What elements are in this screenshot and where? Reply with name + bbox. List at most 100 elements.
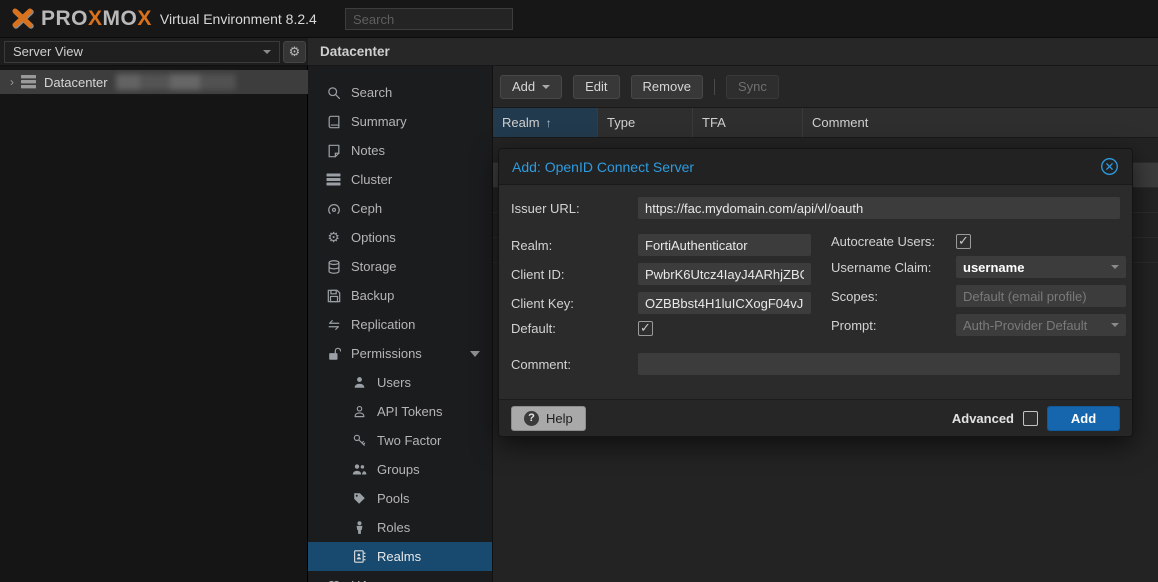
users-icon bbox=[351, 463, 368, 476]
tag-icon bbox=[351, 492, 368, 505]
field-issuer-url: Issuer URL: bbox=[511, 197, 1120, 219]
field-autocreate-users: Autocreate Users: bbox=[831, 234, 1126, 249]
default-checkbox[interactable] bbox=[638, 321, 653, 336]
menu-item-api-tokens[interactable]: API Tokens bbox=[308, 397, 492, 426]
scopes-input[interactable] bbox=[956, 285, 1126, 307]
view-mode-select[interactable]: Server View bbox=[4, 41, 280, 63]
menu-item-roles[interactable]: Roles bbox=[308, 513, 492, 542]
unlock-icon bbox=[325, 347, 342, 361]
help-button[interactable]: ? Help bbox=[511, 406, 586, 431]
menu-item-storage[interactable]: Storage bbox=[308, 252, 492, 281]
field-prompt: Prompt: Auth-Provider Default bbox=[831, 314, 1126, 336]
chevron-down-icon bbox=[1111, 265, 1119, 269]
realm-input[interactable] bbox=[638, 234, 811, 256]
content-header: Datacenter bbox=[308, 38, 1158, 66]
menu-item-pools[interactable]: Pools bbox=[308, 484, 492, 513]
dialog-footer: ? Help Advanced Add bbox=[499, 399, 1132, 436]
comment-input[interactable] bbox=[638, 353, 1120, 375]
advanced-checkbox[interactable] bbox=[1023, 411, 1038, 426]
username-claim-select[interactable]: username bbox=[956, 256, 1126, 278]
scopes-label: Scopes: bbox=[831, 289, 956, 304]
redacted-node-name bbox=[116, 74, 236, 90]
search-icon bbox=[325, 86, 342, 100]
prompt-label: Prompt: bbox=[831, 318, 956, 333]
menu-item-users[interactable]: Users bbox=[308, 368, 492, 397]
client-id-label: Client ID: bbox=[511, 267, 638, 282]
client-key-input[interactable] bbox=[638, 292, 811, 314]
chevron-down-icon bbox=[1111, 323, 1119, 327]
dialog-body: Issuer URL: Realm: Client ID: Client Key… bbox=[499, 185, 1132, 375]
chevron-right-icon[interactable]: › bbox=[10, 75, 14, 89]
server-stack-icon bbox=[20, 75, 37, 89]
menu-item-groups[interactable]: Groups bbox=[308, 455, 492, 484]
field-comment: Comment: bbox=[511, 353, 1120, 375]
user-outline-icon bbox=[351, 405, 368, 418]
view-mode-label: Server View bbox=[13, 44, 83, 59]
column-header-type[interactable]: Type bbox=[598, 108, 693, 137]
global-search-input[interactable] bbox=[345, 8, 513, 30]
menu-item-summary[interactable]: Summary bbox=[308, 107, 492, 136]
add-button[interactable]: Add bbox=[500, 75, 562, 99]
table-header: Realm ↑ Type TFA Comment bbox=[493, 108, 1158, 138]
column-header-tfa[interactable]: TFA bbox=[693, 108, 803, 137]
field-realm: Realm: bbox=[511, 234, 811, 256]
address-book-icon bbox=[351, 550, 368, 563]
menu-item-notes[interactable]: Notes bbox=[308, 136, 492, 165]
client-key-label: Client Key: bbox=[511, 296, 638, 311]
prompt-select[interactable]: Auth-Provider Default bbox=[956, 314, 1126, 336]
advanced-label: Advanced bbox=[952, 411, 1014, 426]
realms-toolbar: Add Edit Remove Sync bbox=[493, 66, 1158, 108]
comment-label: Comment: bbox=[511, 357, 638, 372]
column-header-realm[interactable]: Realm ↑ bbox=[493, 108, 598, 137]
menu-item-replication[interactable]: Replication bbox=[308, 310, 492, 339]
gear-icon: ⚙ bbox=[325, 229, 342, 246]
breadcrumb: Datacenter bbox=[320, 44, 390, 59]
autocreate-users-checkbox[interactable] bbox=[956, 234, 971, 249]
server-stack-icon bbox=[325, 173, 342, 186]
sync-arrows-icon bbox=[325, 318, 342, 332]
chevron-down-icon[interactable] bbox=[470, 351, 480, 357]
menu-item-ha[interactable]: HA bbox=[308, 571, 492, 582]
issuer-url-label: Issuer URL: bbox=[511, 201, 638, 216]
menu-item-realms[interactable]: Realms bbox=[308, 542, 492, 571]
tree-item-datacenter[interactable]: › Datacenter bbox=[0, 70, 308, 94]
chevron-down-icon bbox=[263, 50, 271, 54]
tree-settings-button[interactable]: ⚙ bbox=[283, 41, 306, 63]
sort-ascending-icon: ↑ bbox=[546, 116, 552, 130]
column-header-comment[interactable]: Comment bbox=[803, 108, 1158, 137]
datacenter-menu: Search Summary Notes Cluster Ceph ⚙ Opti… bbox=[308, 66, 493, 582]
book-icon bbox=[325, 115, 342, 129]
toolbar-separator bbox=[714, 79, 715, 95]
menu-item-two-factor[interactable]: Two Factor bbox=[308, 426, 492, 455]
dialog-add-button[interactable]: Add bbox=[1047, 406, 1120, 431]
dialog-title: Add: OpenID Connect Server bbox=[512, 159, 694, 175]
ceph-icon bbox=[325, 202, 342, 216]
edit-button[interactable]: Edit bbox=[573, 75, 619, 99]
dialog-right-column: Autocreate Users: Username Claim: userna… bbox=[831, 234, 1126, 336]
key-icon bbox=[351, 434, 368, 447]
menu-item-options[interactable]: ⚙ Options bbox=[308, 223, 492, 252]
version-subtitle: Virtual Environment 8.2.4 bbox=[160, 11, 317, 27]
dialog-left-column: Realm: Client ID: Client Key: Default: bbox=[511, 234, 811, 336]
proxmox-app: PROXMOX Virtual Environment 8.2.4 Server… bbox=[0, 0, 1158, 582]
realm-label: Realm: bbox=[511, 238, 638, 253]
remove-button[interactable]: Remove bbox=[631, 75, 703, 99]
menu-item-search[interactable]: Search bbox=[308, 78, 492, 107]
note-icon bbox=[325, 144, 342, 158]
issuer-url-input[interactable] bbox=[638, 197, 1120, 219]
menu-item-permissions[interactable]: Permissions bbox=[308, 339, 492, 368]
menu-item-ceph[interactable]: Ceph bbox=[308, 194, 492, 223]
chevron-down-icon bbox=[542, 85, 550, 89]
dialog-header[interactable]: Add: OpenID Connect Server bbox=[499, 149, 1132, 185]
client-id-input[interactable] bbox=[638, 263, 811, 285]
menu-item-backup[interactable]: Backup bbox=[308, 281, 492, 310]
heartbeat-icon bbox=[325, 579, 342, 582]
tree-toolbar: Server View ⚙ bbox=[0, 38, 308, 66]
sync-button[interactable]: Sync bbox=[726, 75, 779, 99]
question-icon: ? bbox=[524, 411, 539, 426]
tree-item-label: Datacenter bbox=[44, 75, 108, 90]
menu-item-cluster[interactable]: Cluster bbox=[308, 165, 492, 194]
gear-icon: ⚙ bbox=[289, 44, 301, 60]
close-icon[interactable] bbox=[1100, 157, 1119, 176]
resource-tree: › Datacenter bbox=[0, 66, 308, 582]
